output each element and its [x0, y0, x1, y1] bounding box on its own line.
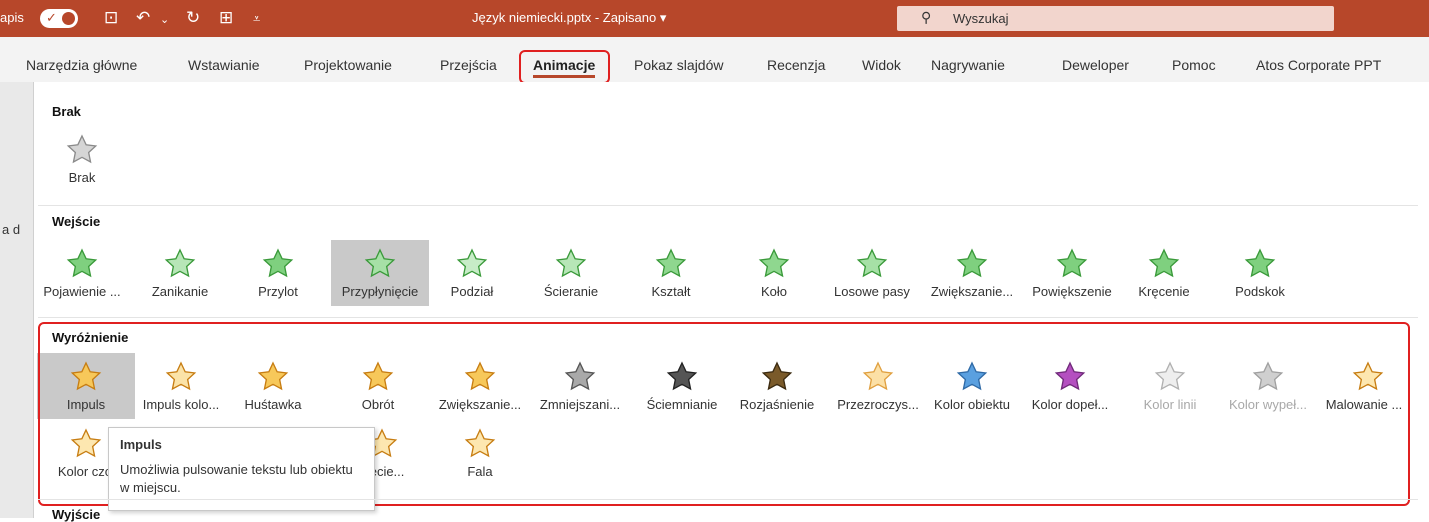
section-emphasis-title: Wyróżnienie: [52, 330, 129, 345]
emphasis-desaturate[interactable]: Zmniejszani...: [531, 353, 629, 419]
emphasis-star-icon: [70, 428, 102, 460]
tooltip-description: Umożliwia pulsowanie tekstu lub obiektu …: [120, 462, 353, 495]
emphasis-star-icon: [1054, 361, 1086, 393]
emphasis-lighten[interactable]: Rozjaśnienie: [728, 353, 826, 419]
emphasis-star-icon: [362, 361, 394, 393]
present-icon[interactable]: ⊞: [219, 8, 233, 28]
tab-help[interactable]: Pomoc: [1172, 57, 1216, 73]
emphasis-star-icon: [956, 361, 988, 393]
tooltip-title: Impuls: [120, 437, 162, 452]
tab-developer[interactable]: Deweloper: [1062, 57, 1129, 73]
emphasis-pulse[interactable]: Impuls: [37, 353, 135, 419]
entrance-star-icon: [1244, 248, 1276, 280]
tab-atos-corporate[interactable]: Atos Corporate PPT: [1256, 57, 1381, 73]
customize-qat-icon[interactable]: ⩡: [253, 11, 260, 27]
emphasis-line-color[interactable]: Kolor linii: [1121, 353, 1219, 419]
divider: [38, 317, 1418, 318]
tab-transitions[interactable]: Przejścia: [440, 57, 497, 73]
search-box[interactable]: ⚲ Wyszukaj: [897, 6, 1334, 31]
obscured-text: a d: [2, 222, 21, 237]
section-exit-title: Wyjście: [52, 507, 101, 522]
emphasis-brush-color[interactable]: Malowanie ...: [1319, 353, 1409, 419]
tab-home[interactable]: Narzędzia główne: [26, 57, 137, 73]
tab-recording[interactable]: Nagrywanie: [931, 57, 1005, 73]
emphasis-star-icon: [761, 361, 793, 393]
divider: [38, 205, 1418, 206]
entrance-split[interactable]: Podział: [423, 240, 521, 306]
entrance-star-icon: [655, 248, 687, 280]
title-bar: apis ✓ ⊡ ↶ ⌄ ↻ ⊞ ⩡ Język niemiecki.pptx …: [0, 0, 1429, 37]
emphasis-grow-shrink[interactable]: Zwiększanie...: [431, 353, 529, 419]
document-title[interactable]: Język niemiecki.pptx - Zapisano ▾: [472, 10, 666, 26]
emphasis-star-icon: [464, 361, 496, 393]
entrance-zoom[interactable]: Powiększenie: [1023, 240, 1121, 306]
entrance-star-icon: [956, 248, 988, 280]
entrance-swivel[interactable]: Kręcenie: [1115, 240, 1213, 306]
entrance-star-icon: [364, 248, 396, 280]
entrance-star-icon: [758, 248, 790, 280]
entrance-star-icon: [555, 248, 587, 280]
emphasis-color-pulse[interactable]: Impuls kolo...: [132, 353, 230, 419]
entrance-shape[interactable]: Kształt: [622, 240, 720, 306]
emphasis-transparency[interactable]: Przezroczys...: [829, 353, 927, 419]
entrance-star-icon: [164, 248, 196, 280]
emphasis-darken[interactable]: Ściemnianie: [633, 353, 731, 419]
entrance-appear[interactable]: Pojawienie ...: [33, 240, 131, 306]
entrance-wheel[interactable]: Koło: [725, 240, 823, 306]
entrance-star-icon: [856, 248, 888, 280]
undo-dropdown-icon[interactable]: ⌄: [160, 13, 169, 26]
entrance-grow-turn[interactable]: Zwiększanie...: [923, 240, 1021, 306]
entrance-fly-in[interactable]: Przylot: [229, 240, 327, 306]
emphasis-star-icon: [257, 361, 289, 393]
entrance-star-icon: [1148, 248, 1180, 280]
entrance-bounce[interactable]: Podskok: [1211, 240, 1309, 306]
emphasis-object-color[interactable]: Kolor obiektu: [923, 353, 1021, 419]
divider: [38, 499, 1418, 500]
entrance-float-in[interactable]: Przypłynięcie: [331, 240, 429, 306]
redo-icon[interactable]: ↻: [186, 8, 200, 28]
emphasis-star-icon: [666, 361, 698, 393]
entrance-star-icon: [262, 248, 294, 280]
emphasis-star-icon: [70, 361, 102, 393]
undo-icon[interactable]: ↶: [136, 8, 150, 28]
tab-design[interactable]: Projektowanie: [304, 57, 392, 73]
emphasis-star-icon: [862, 361, 894, 393]
slide-pane-edge: a d: [0, 82, 33, 518]
tab-insert[interactable]: Wstawianie: [188, 57, 260, 73]
tab-slideshow[interactable]: Pokaz slajdów: [634, 57, 724, 73]
emphasis-wave[interactable]: Fala: [431, 420, 529, 486]
entrance-star-icon: [456, 248, 488, 280]
ribbon-tabs: Narzędzia główne Wstawianie Projektowani…: [0, 37, 1429, 83]
emphasis-teeter[interactable]: Huśtawka: [224, 353, 322, 419]
emphasis-star-icon: [1352, 361, 1384, 393]
star-none-icon: [66, 134, 98, 166]
entrance-fade[interactable]: Zanikanie: [131, 240, 229, 306]
tab-view[interactable]: Widok: [862, 57, 901, 73]
tab-review[interactable]: Recenzja: [767, 57, 825, 73]
tab-highlight-box: [519, 50, 610, 84]
emphasis-fill-color[interactable]: Kolor wypeł...: [1219, 353, 1317, 419]
section-entrance-title: Wejście: [52, 214, 101, 229]
emphasis-star-icon: [1154, 361, 1186, 393]
autosave-toggle[interactable]: ✓: [40, 9, 78, 28]
effect-none[interactable]: Brak: [33, 126, 131, 192]
emphasis-star-icon: [564, 361, 596, 393]
entrance-star-icon: [1056, 248, 1088, 280]
search-icon: ⚲: [921, 9, 932, 25]
autosave-label: apis: [0, 10, 24, 25]
entrance-star-icon: [66, 248, 98, 280]
emphasis-star-icon: [464, 428, 496, 460]
save-icon[interactable]: ⊡: [104, 8, 118, 28]
search-placeholder: Wyszukaj: [953, 11, 1009, 26]
emphasis-star-icon: [165, 361, 197, 393]
emphasis-spin[interactable]: Obrót: [329, 353, 427, 419]
entrance-wipe[interactable]: Ścieranie: [522, 240, 620, 306]
emphasis-complementary-color[interactable]: Kolor dopeł...: [1021, 353, 1119, 419]
entrance-random-bars[interactable]: Losowe pasy: [823, 240, 921, 306]
emphasis-star-icon: [1252, 361, 1284, 393]
section-none-title: Brak: [52, 104, 81, 119]
